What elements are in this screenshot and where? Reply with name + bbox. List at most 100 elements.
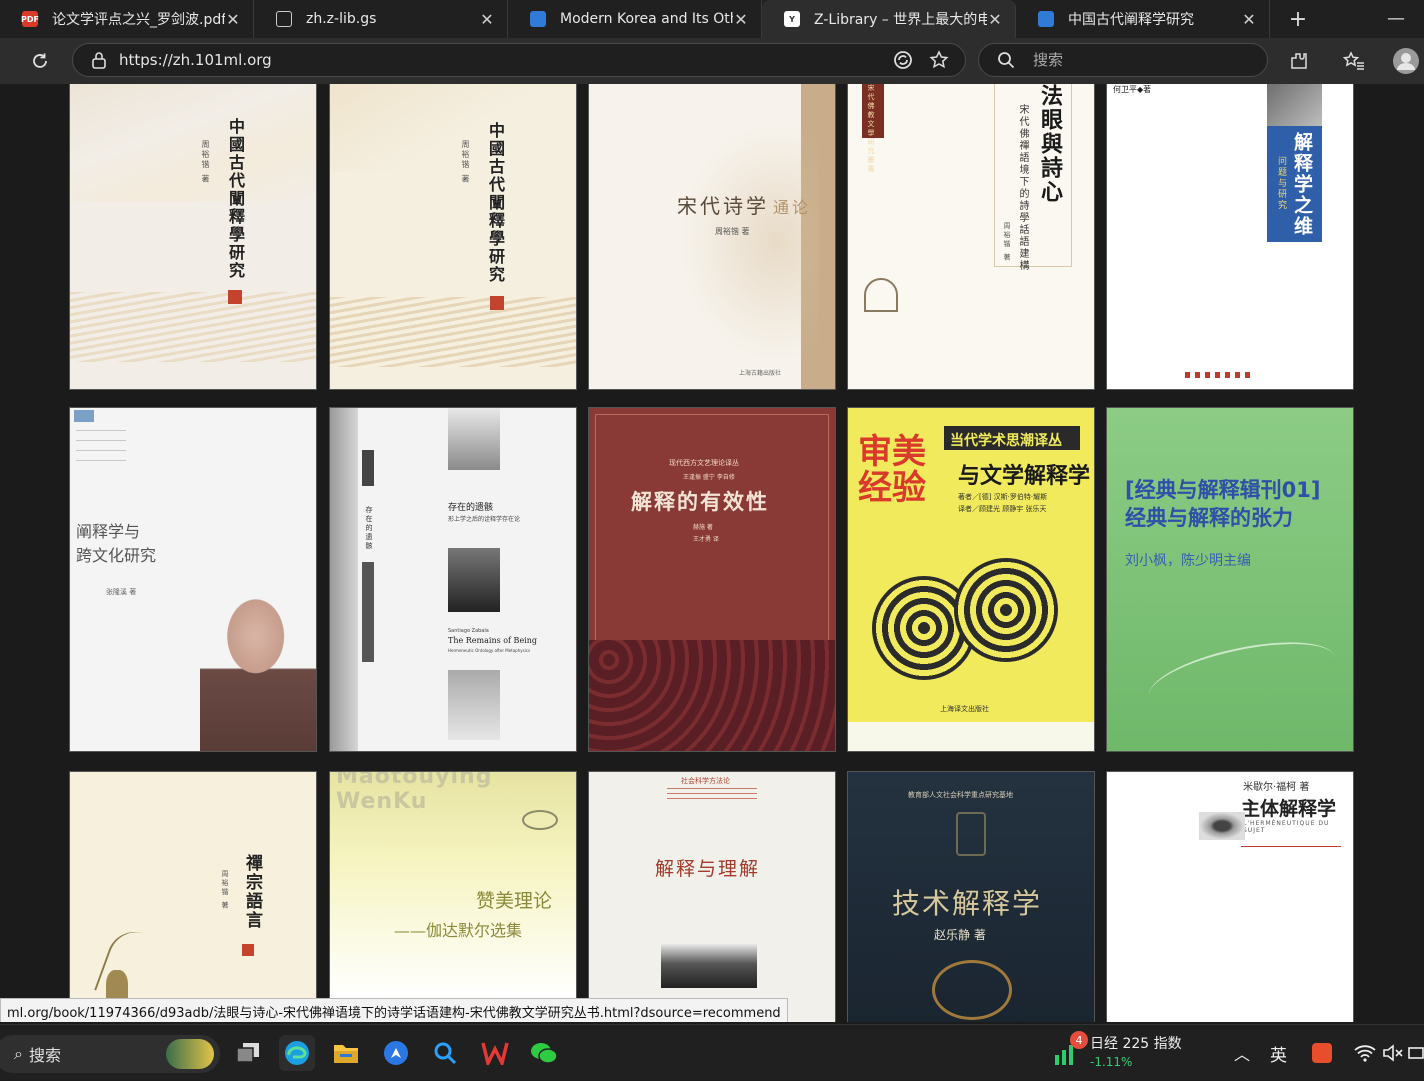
sogou-input-icon[interactable]	[1312, 1025, 1332, 1081]
lotus-emblem	[864, 278, 898, 312]
profile-avatar[interactable]	[1388, 43, 1424, 79]
gray-block	[448, 408, 500, 470]
book-translator: 王才勇 译	[693, 536, 719, 543]
eye-illustration	[1199, 812, 1245, 840]
decorative-pattern	[330, 84, 576, 172]
search-box[interactable]	[978, 43, 1268, 77]
book-cover[interactable]: 现代西方文艺理论译丛 王逢振 盛宁 李自修 解释的有效性 赫施 著 王才勇 译	[589, 408, 835, 751]
book-title-line2: 经典与解释的张力	[1125, 506, 1293, 530]
book-title-fr: L'HERMÉNEUTIQUE DU SUJET	[1243, 820, 1330, 834]
edge-browser-icon[interactable]	[279, 1035, 315, 1071]
taskbar-search[interactable]: ⌕ 搜索	[0, 1035, 220, 1073]
taskbar-search-label: 搜索	[28, 1046, 61, 1065]
owl-logo	[522, 810, 558, 830]
decorative-pattern	[70, 84, 316, 202]
book-cover[interactable]: 教育部人文社会科学重点研究基地 技术解释学 赵乐静 著	[848, 772, 1094, 1022]
publisher-logo	[1185, 372, 1255, 378]
series-text	[76, 430, 126, 466]
wifi-icon[interactable]	[1354, 1025, 1376, 1081]
close-icon[interactable]: ✕	[733, 10, 749, 29]
book-title-suffix: 通论	[773, 198, 812, 217]
book-author: 何卫平◆著	[1113, 85, 1152, 94]
book-cover[interactable]: 中國古代闡釋學研究 周裕锴 著	[70, 84, 316, 389]
new-tab-button[interactable]: +	[1278, 0, 1318, 38]
book-cover[interactable]: 禪宗語言 周裕锴 著	[70, 772, 316, 1022]
tab-zlib-gs[interactable]: zh.z-lib.gs ✕	[254, 0, 508, 38]
photo-illustration	[661, 944, 757, 988]
extensions-icon[interactable]	[1281, 43, 1317, 79]
tab-hermeneutics[interactable]: 中国古代阐释学研究 ✕	[1016, 0, 1270, 38]
book-title: [经典与解释辑刊01]	[1125, 478, 1321, 502]
close-icon[interactable]: ✕	[1241, 10, 1257, 29]
book-author: 周裕锴 著	[221, 870, 229, 911]
tab-pdf[interactable]: PDF 论文学评点之兴_罗剑波.pdf ✕	[0, 0, 254, 38]
input-method-indicator[interactable]: 英	[1270, 1025, 1287, 1081]
favorite-star-icon[interactable]	[929, 50, 949, 70]
search-highlight-icon	[166, 1039, 214, 1069]
gray-block	[362, 562, 374, 662]
book-cover[interactable]: 何卫平◆著 解释学之维 问题与研究	[1107, 84, 1353, 389]
book-author: 米歇尔·福柯 著	[1243, 782, 1310, 793]
seal-stamp	[228, 290, 242, 304]
show-hidden-icons-chevron-up-icon[interactable]: ︿	[1234, 1025, 1250, 1081]
book-cover[interactable]: 中國古代闡釋學研究 周裕锴 著	[330, 84, 576, 389]
book-cover[interactable]: 米歇尔·福柯 著 主体解释学 L'HERMÉNEUTIQUE DU SUJET	[1107, 772, 1353, 1022]
stock-widget[interactable]: 4 日经 225 指数 -1.11%	[1052, 1025, 1182, 1081]
book-cover[interactable]: Maotouying WenKu 赞美理论 ——伽达默尔选集	[330, 772, 576, 1022]
speaker-muted-icon[interactable]	[1382, 1025, 1404, 1081]
tab-strip: PDF 论文学评点之兴_罗剑波.pdf ✕ zh.z-lib.gs ✕ Mode…	[0, 0, 1424, 38]
book-cover[interactable]: 审美 经验 当代学术思潮译丛 与文学解释学 著者／[德] 汉斯·罗伯特·耀斯 译…	[848, 408, 1094, 751]
gray-block	[448, 548, 500, 612]
wps-office-icon[interactable]	[477, 1035, 513, 1071]
minimize-button[interactable]: —	[1386, 8, 1406, 29]
tab-title: 中国古代阐释学研究	[1068, 12, 1194, 28]
task-view-icon[interactable]	[230, 1035, 266, 1071]
book-cover[interactable]: 存在的遗骸 存在的遗骸 形上学之后的诠释学存在论 Santiago Zabala…	[330, 408, 576, 751]
search-icon	[997, 51, 1015, 69]
book-cover[interactable]: 阐释学与 跨文化研究 张隆溪 著	[70, 408, 316, 751]
favorites-icon[interactable]	[1336, 43, 1372, 79]
book-cover[interactable]: 社会科学方法论 解释与理解	[589, 772, 835, 1022]
wechat-icon[interactable]	[526, 1035, 562, 1071]
tab-modern-korea[interactable]: Modern Korea and Its Others: P ✕	[508, 0, 762, 38]
book-title: 中國古代闡釋學研究	[226, 118, 245, 280]
search-app-icon[interactable]	[427, 1035, 463, 1071]
book-title: 法眼與詩心	[1037, 84, 1063, 204]
book-series: 现代西方文艺理论译丛	[669, 459, 739, 467]
document-icon	[276, 11, 292, 27]
book-cover[interactable]: [经典与解释辑刊01] 经典与解释的张力 刘小枫，陈少明主编	[1107, 408, 1353, 751]
book-subtitle: 问题与研究	[1276, 156, 1286, 211]
book-title: 技术解释学	[892, 887, 1043, 920]
battery-icon[interactable]	[1408, 1025, 1424, 1081]
book-series: Maotouying WenKu	[336, 772, 493, 814]
book-title: 禪宗語言	[242, 854, 262, 930]
book-editors: 王逢振 盛宁 李自修	[683, 474, 735, 481]
series-lines	[667, 788, 757, 802]
book-series: 社会科学方法论	[681, 777, 730, 785]
file-explorer-icon[interactable]	[328, 1035, 364, 1071]
translate-icon[interactable]	[893, 50, 913, 70]
book-series: 当代学术思潮译丛	[950, 433, 1062, 449]
address-bar[interactable]: https://zh.101ml.org	[72, 43, 966, 77]
book-cover[interactable]: 宋代佛教文學研究叢書 法眼與詩心 宋代佛禪語境下的詩學話語建構 周裕锴 著	[848, 84, 1094, 389]
book-cover[interactable]: 宋代诗学 通论 周裕锴 著 上海古籍出版社	[589, 84, 835, 389]
search-input[interactable]	[1031, 50, 1231, 70]
book-title: 审美 经验	[858, 434, 926, 506]
link-status-bar: ml.org/book/11974366/d93adb/法眼与诗心-宋代佛禅语境…	[0, 998, 788, 1022]
refresh-icon[interactable]	[22, 43, 58, 79]
stock-change: -1.11%	[1090, 1055, 1133, 1069]
book-series: 教育部人文社会科学重点研究基地	[908, 791, 1013, 799]
tab-title: zh.z-lib.gs	[306, 11, 377, 27]
branch-illustration	[679, 122, 819, 362]
close-icon[interactable]: ✕	[987, 10, 1003, 29]
close-icon[interactable]: ✕	[225, 10, 241, 29]
seal-stamp	[242, 944, 254, 956]
pin-app-icon[interactable]	[378, 1035, 414, 1071]
concentric-logo	[954, 558, 1058, 662]
photo-strip	[1267, 84, 1322, 126]
tab-zlibrary[interactable]: Y Z-Library – 世界上最大的电子图 ✕	[762, 0, 1016, 38]
close-icon[interactable]: ✕	[479, 10, 495, 29]
author-portrait	[200, 566, 316, 751]
tab-title: 论文学评点之兴_罗剑波.pdf	[52, 12, 225, 28]
book-author: 著者／[德] 汉斯·罗伯特·耀斯	[958, 493, 1048, 501]
